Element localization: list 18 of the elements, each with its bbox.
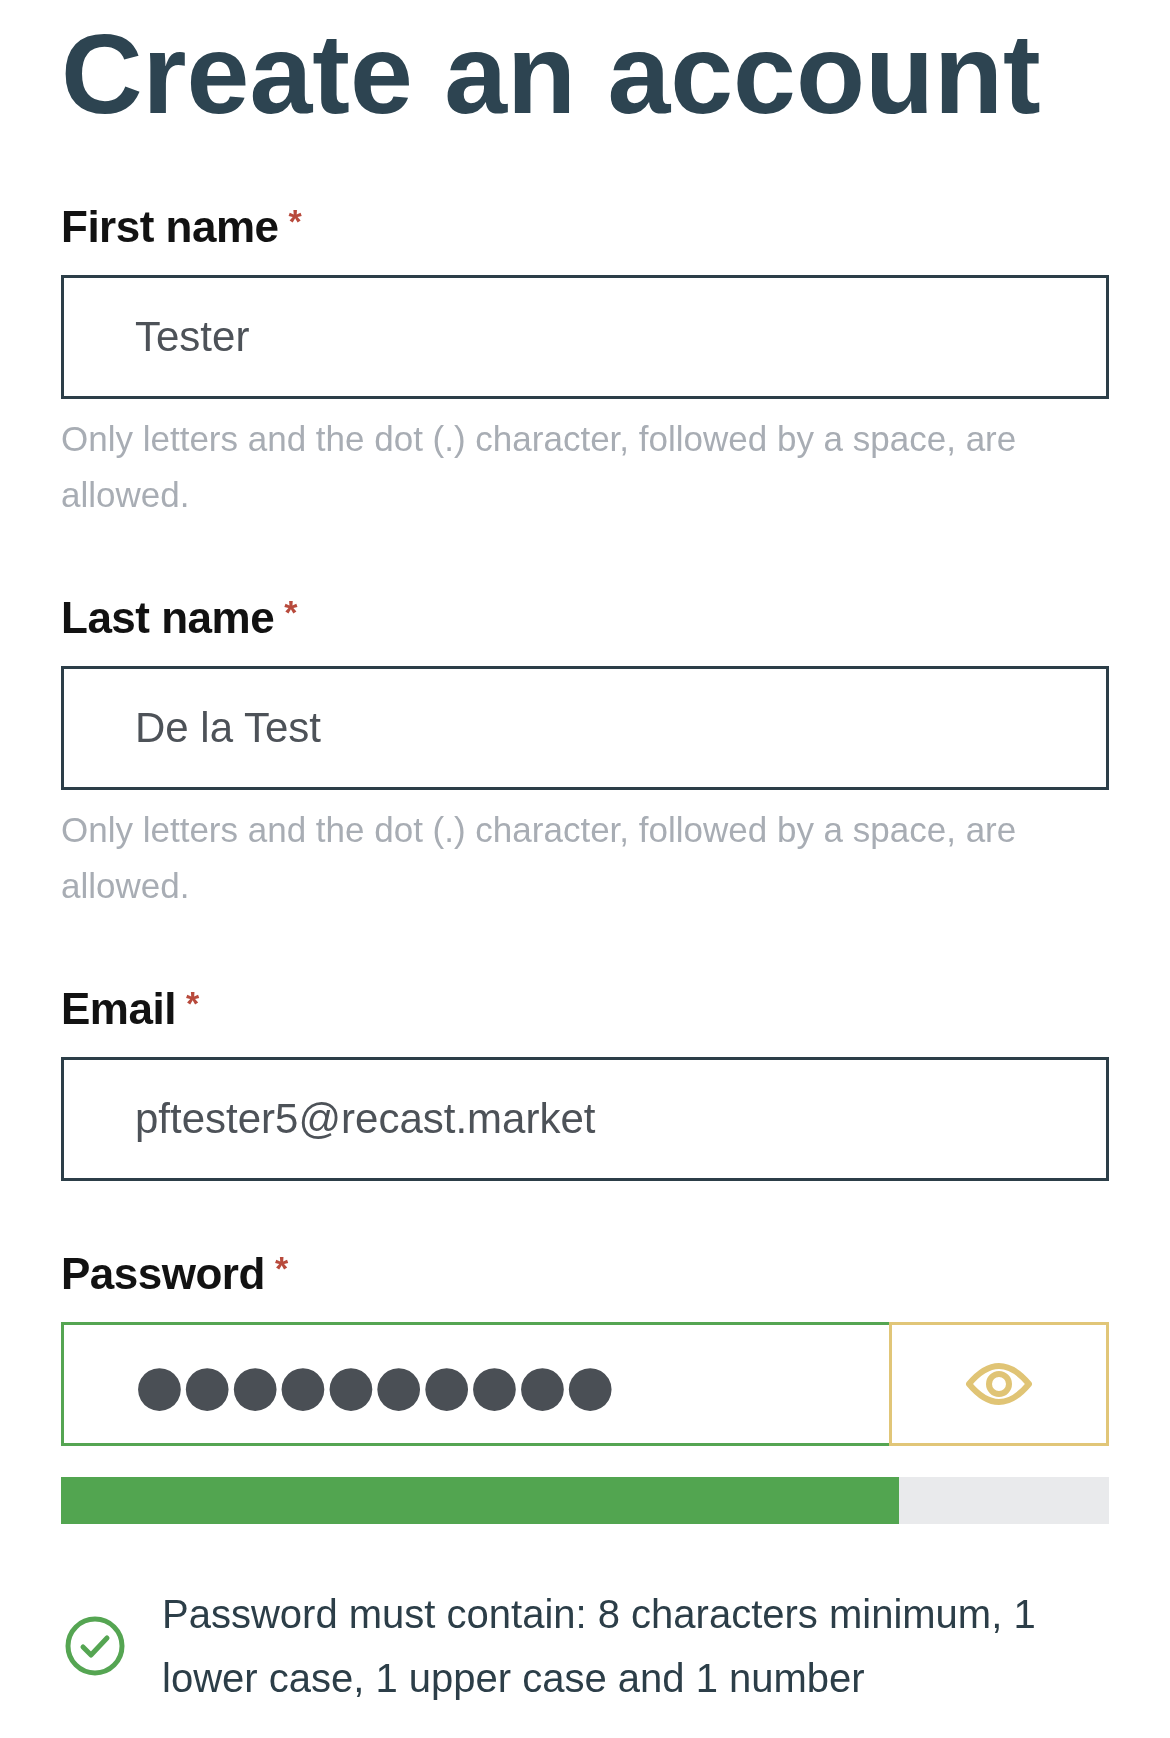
field-label: First name (61, 201, 279, 253)
input-field[interactable]: Tester (61, 275, 1109, 399)
field-hint: Only letters and the dot (.) character, followed by a space, are allowed. (61, 418, 1018, 516)
eye-icon (965, 1360, 1033, 1408)
required-asterisk: * (274, 1248, 289, 1288)
field-label: Password (61, 1248, 265, 1300)
input-field[interactable]: De la Test (61, 666, 1109, 790)
required-asterisk: * (288, 201, 302, 241)
field-hint: Only letters and the dot (.) character, followed by a space, are allowed. (61, 809, 1018, 907)
password-field[interactable]: ●●●●●●●●●● (61, 1322, 889, 1446)
required-asterisk: * (185, 983, 200, 1023)
input-field[interactable]: pftester5@recast.market (61, 1057, 1109, 1181)
page-title: Create an account (61, 18, 1042, 130)
password-requirements-text: Password must contain: 8 characters minimum, 1 lower case, 1 upper case and 1 number (162, 1591, 1037, 1702)
show-password-button[interactable] (889, 1322, 1109, 1446)
field-label: Last name (61, 592, 275, 644)
field-label: Email (61, 983, 176, 1035)
required-asterisk: * (284, 592, 298, 632)
